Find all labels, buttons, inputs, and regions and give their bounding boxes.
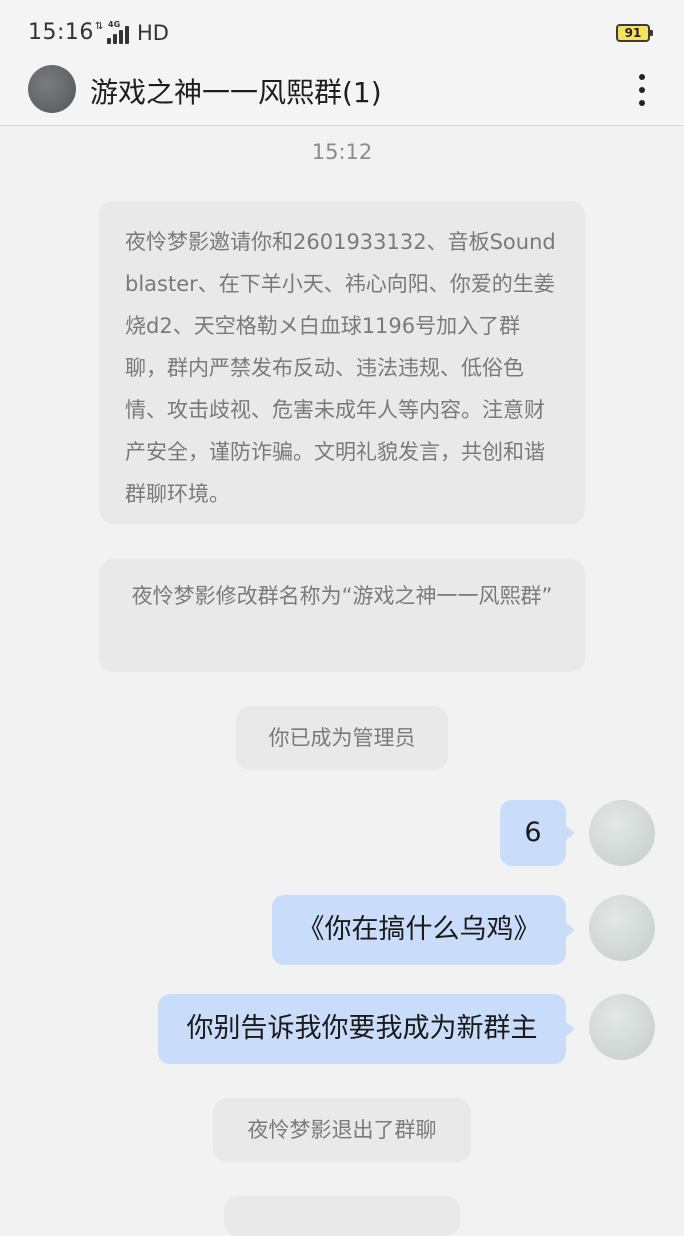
sent-message-bubble[interactable]: 6: [500, 800, 575, 866]
battery-level: 91: [624, 26, 642, 40]
hd-indicator: HD: [137, 21, 169, 45]
group-avatar[interactable]: [28, 65, 76, 113]
system-message-rename: 夜怜梦影修改群名称为“游戏之神一一风熙群”: [99, 559, 585, 672]
more-vertical-icon[interactable]: [626, 70, 658, 110]
signal-icon: ⇅ 4G: [95, 20, 135, 44]
system-message-invite: 夜怜梦影邀请你和2601933132、音板Soundblaster、在下羊小天、…: [99, 201, 585, 524]
system-message-admin: 你已成为管理员: [236, 706, 448, 770]
my-avatar[interactable]: [589, 800, 655, 866]
sent-message-bubble[interactable]: 你别告诉我你要我成为新群主: [158, 994, 575, 1064]
message-timestamp: 15:12: [311, 140, 373, 164]
my-avatar[interactable]: [589, 994, 655, 1060]
battery-icon: 91: [616, 24, 653, 42]
chat-header: 游戏之神一一风熙群(1): [0, 62, 684, 126]
chat-title[interactable]: 游戏之神一一风熙群(1): [90, 71, 382, 111]
system-message-partial: [224, 1196, 460, 1236]
status-bar: 15:16 ⇅ 4G HD 91: [0, 0, 684, 62]
system-message-left: 夜怜梦影退出了群聊: [213, 1098, 471, 1162]
sent-message-bubble[interactable]: 《你在搞什么乌鸡》: [272, 895, 575, 965]
my-avatar[interactable]: [589, 895, 655, 961]
status-time: 15:16: [28, 20, 94, 45]
